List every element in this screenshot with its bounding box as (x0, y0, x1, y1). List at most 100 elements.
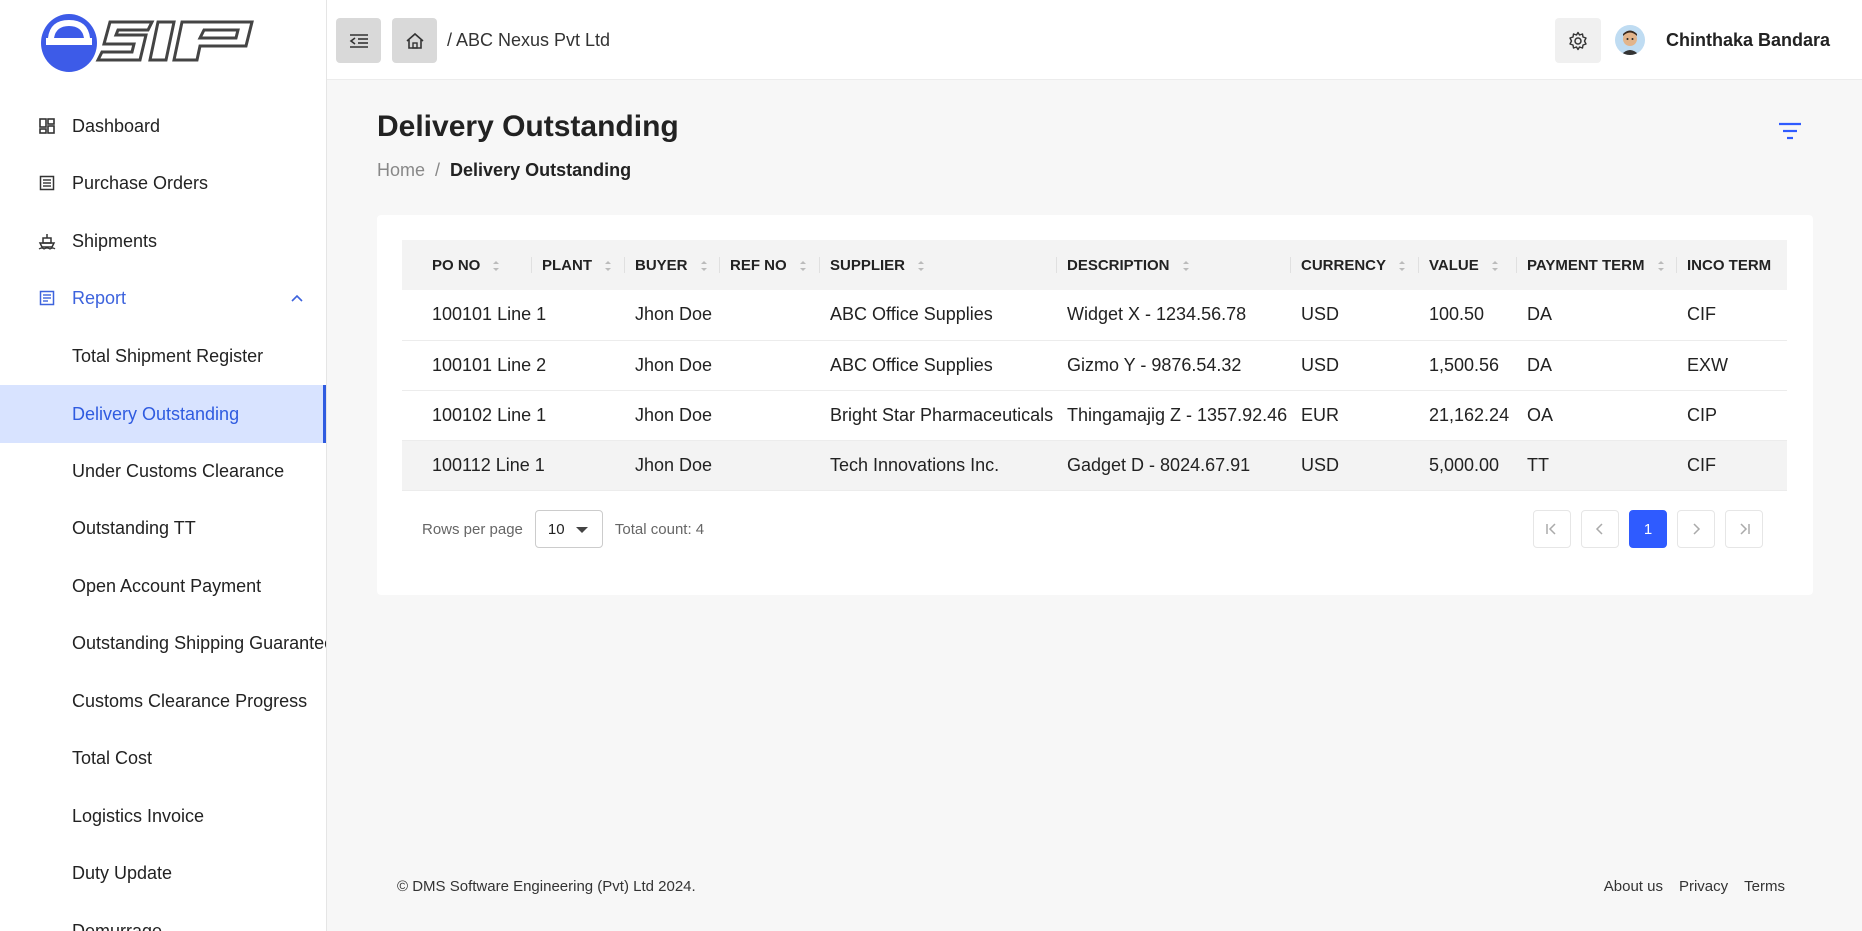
table-row[interactable]: 100102 Line 1 Jhon Doe Bright Star Pharm… (402, 390, 1787, 441)
cell-supplier: ABC Office Supplies (820, 290, 1057, 341)
cell-buyer: Jhon Doe (625, 340, 720, 391)
column-header-label: PAYMENT TERM (1527, 256, 1645, 274)
first-page-icon (1546, 523, 1556, 535)
footer-link-about[interactable]: About us (1604, 878, 1663, 895)
sidebar-item-label: Dashboard (72, 115, 161, 136)
rows-per-page-select[interactable]: 10 (534, 510, 603, 548)
sidebar-subitem-delivery-outstanding[interactable]: Delivery Outstanding (0, 385, 326, 443)
sort-icon (605, 260, 611, 271)
breadcrumb-separator: / (435, 160, 441, 180)
cell-currency: USD (1291, 290, 1419, 341)
column-header-label: PO NO (432, 256, 481, 274)
column-header-ref-no[interactable]: REF NO (720, 240, 820, 290)
delivery-outstanding-table: PO NO PLANT BUYER REF NO SUPPLIER DESCRI… (402, 240, 1787, 491)
org-breadcrumb: / ABC Nexus Pvt Ltd (447, 30, 611, 50)
cell-description: Widget X - 1234.56.78 (1057, 290, 1291, 341)
sidebar: Dashboard Purchase Orders Shipments Repo… (0, 0, 327, 931)
rows-per-page-value: 10 (547, 520, 565, 538)
breadcrumb: Home / Delivery Outstanding (377, 160, 631, 181)
sidebar-subitem-outstanding-tt[interactable]: Outstanding TT (0, 500, 326, 556)
sidebar-subitem-total-shipment-register[interactable]: Total Shipment Register (0, 328, 326, 384)
sidebar-subitem-demurrage[interactable]: Demurrage (0, 903, 326, 931)
settings-button[interactable] (1555, 18, 1601, 63)
table-card: PO NO PLANT BUYER REF NO SUPPLIER DESCRI… (377, 215, 1813, 595)
column-header-value[interactable]: VALUE (1419, 240, 1517, 290)
footer-copyright: © DMS Software Engineering (Pvt) Ltd 202… (397, 878, 696, 895)
sort-icon (1491, 260, 1498, 271)
pagination-info: Rows per page 10 Total count: 4 (422, 510, 704, 548)
cell-payment-term: TT (1517, 440, 1677, 491)
cell-value: 1,500.56 (1419, 340, 1517, 391)
cell-inco-term: CIF (1677, 290, 1787, 341)
cell-value: 5,000.00 (1419, 440, 1517, 491)
esip-logo[interactable] (40, 12, 260, 74)
cell-currency: USD (1291, 340, 1419, 391)
ship-icon (38, 232, 56, 250)
sidebar-subitem-label: Total Shipment Register (72, 345, 264, 366)
page-button-current[interactable]: 1 (1629, 510, 1667, 548)
column-header-label: PLANT (542, 256, 592, 274)
page-title: Delivery Outstanding (377, 110, 679, 143)
sidebar-subitem-under-customs-clearance[interactable]: Under Customs Clearance (0, 443, 326, 499)
sidebar-subitem-total-cost[interactable]: Total Cost (0, 730, 326, 786)
home-button[interactable] (392, 18, 437, 63)
pagination: 1 (1533, 510, 1763, 548)
sidebar-subitem-label: Logistics Invoice (72, 805, 205, 826)
column-header-po-no[interactable]: PO NO (402, 240, 532, 290)
column-header-payment-term[interactable]: PAYMENT TERM (1517, 240, 1677, 290)
column-header-plant[interactable]: PLANT (532, 240, 625, 290)
sidebar-item-purchase-orders[interactable]: Purchase Orders (0, 155, 326, 211)
cell-buyer: Jhon Doe (625, 290, 720, 341)
sidebar-subitem-customs-clearance-progress[interactable]: Customs Clearance Progress (0, 673, 326, 729)
table-row[interactable]: 100112 Line 1 Jhon Doe Tech Innovations … (402, 440, 1787, 491)
first-page-button[interactable] (1533, 510, 1571, 548)
sidebar-item-dashboard[interactable]: Dashboard (0, 98, 326, 154)
collapse-sidebar-button[interactable] (336, 18, 381, 63)
last-page-button[interactable] (1725, 510, 1763, 548)
column-header-supplier[interactable]: SUPPLIER (820, 240, 1057, 290)
footer-link-privacy[interactable]: Privacy (1679, 878, 1728, 895)
column-header-currency[interactable]: CURRENCY (1291, 240, 1419, 290)
sort-icon (700, 260, 707, 271)
sidebar-subitem-duty-update[interactable]: Duty Update (0, 845, 326, 901)
sidebar-item-shipments[interactable]: Shipments (0, 213, 326, 269)
column-header-buyer[interactable]: BUYER (625, 240, 720, 290)
sidebar-subitem-label: Demurrage (72, 920, 163, 931)
user-name[interactable]: Chinthaka Bandara (1666, 30, 1830, 51)
table-row[interactable]: 100101 Line 1 Jhon Doe ABC Office Suppli… (402, 290, 1787, 341)
cell-buyer: Jhon Doe (625, 440, 720, 491)
sort-icon (1399, 260, 1406, 271)
chevron-left-icon (1595, 523, 1603, 535)
caret-down-icon (575, 527, 588, 533)
table-scroll-area[interactable]: PO NO PLANT BUYER REF NO SUPPLIER DESCRI… (402, 240, 1787, 491)
cell-payment-term: DA (1517, 340, 1677, 391)
cell-plant (532, 440, 625, 491)
chevron-right-icon (1693, 523, 1701, 535)
sidebar-item-report[interactable]: Report (0, 270, 326, 326)
table-row[interactable]: 100101 Line 2 Jhon Doe ABC Office Suppli… (402, 340, 1787, 391)
sidebar-subitem-open-account-payment[interactable]: Open Account Payment (0, 558, 326, 614)
previous-page-button[interactable] (1581, 510, 1619, 548)
sidebar-subitem-label: Open Account Payment (72, 575, 262, 596)
column-header-label: SUPPLIER (830, 256, 906, 274)
cell-currency: EUR (1291, 390, 1419, 441)
filter-icon[interactable] (1777, 118, 1803, 144)
breadcrumb-current: Delivery Outstanding (450, 160, 632, 180)
column-header-label: VALUE (1429, 256, 1479, 274)
avatar[interactable] (1615, 25, 1645, 55)
chevron-up-icon[interactable] (290, 293, 304, 303)
column-header-label: CURRENCY (1301, 256, 1387, 274)
column-header-label: REF NO (730, 256, 787, 274)
next-page-button[interactable] (1677, 510, 1715, 548)
sidebar-subitem-label: Delivery Outstanding (72, 403, 240, 424)
column-header-inco-term[interactable]: INCO TERM (1677, 240, 1787, 290)
column-header-description[interactable]: DESCRIPTION (1057, 240, 1291, 290)
list-icon (38, 174, 56, 192)
breadcrumb-home[interactable]: Home (377, 160, 425, 181)
sidebar-subitem-logistics-invoice[interactable]: Logistics Invoice (0, 788, 326, 844)
cell-supplier: Tech Innovations Inc. (820, 440, 1057, 491)
footer-link-terms[interactable]: Terms (1744, 878, 1785, 895)
sort-icon (1182, 260, 1189, 271)
sidebar-subitem-outstanding-shipping-guarantee[interactable]: Outstanding Shipping Guarantee (0, 615, 326, 671)
sidebar-subitem-label: Outstanding TT (72, 517, 196, 538)
